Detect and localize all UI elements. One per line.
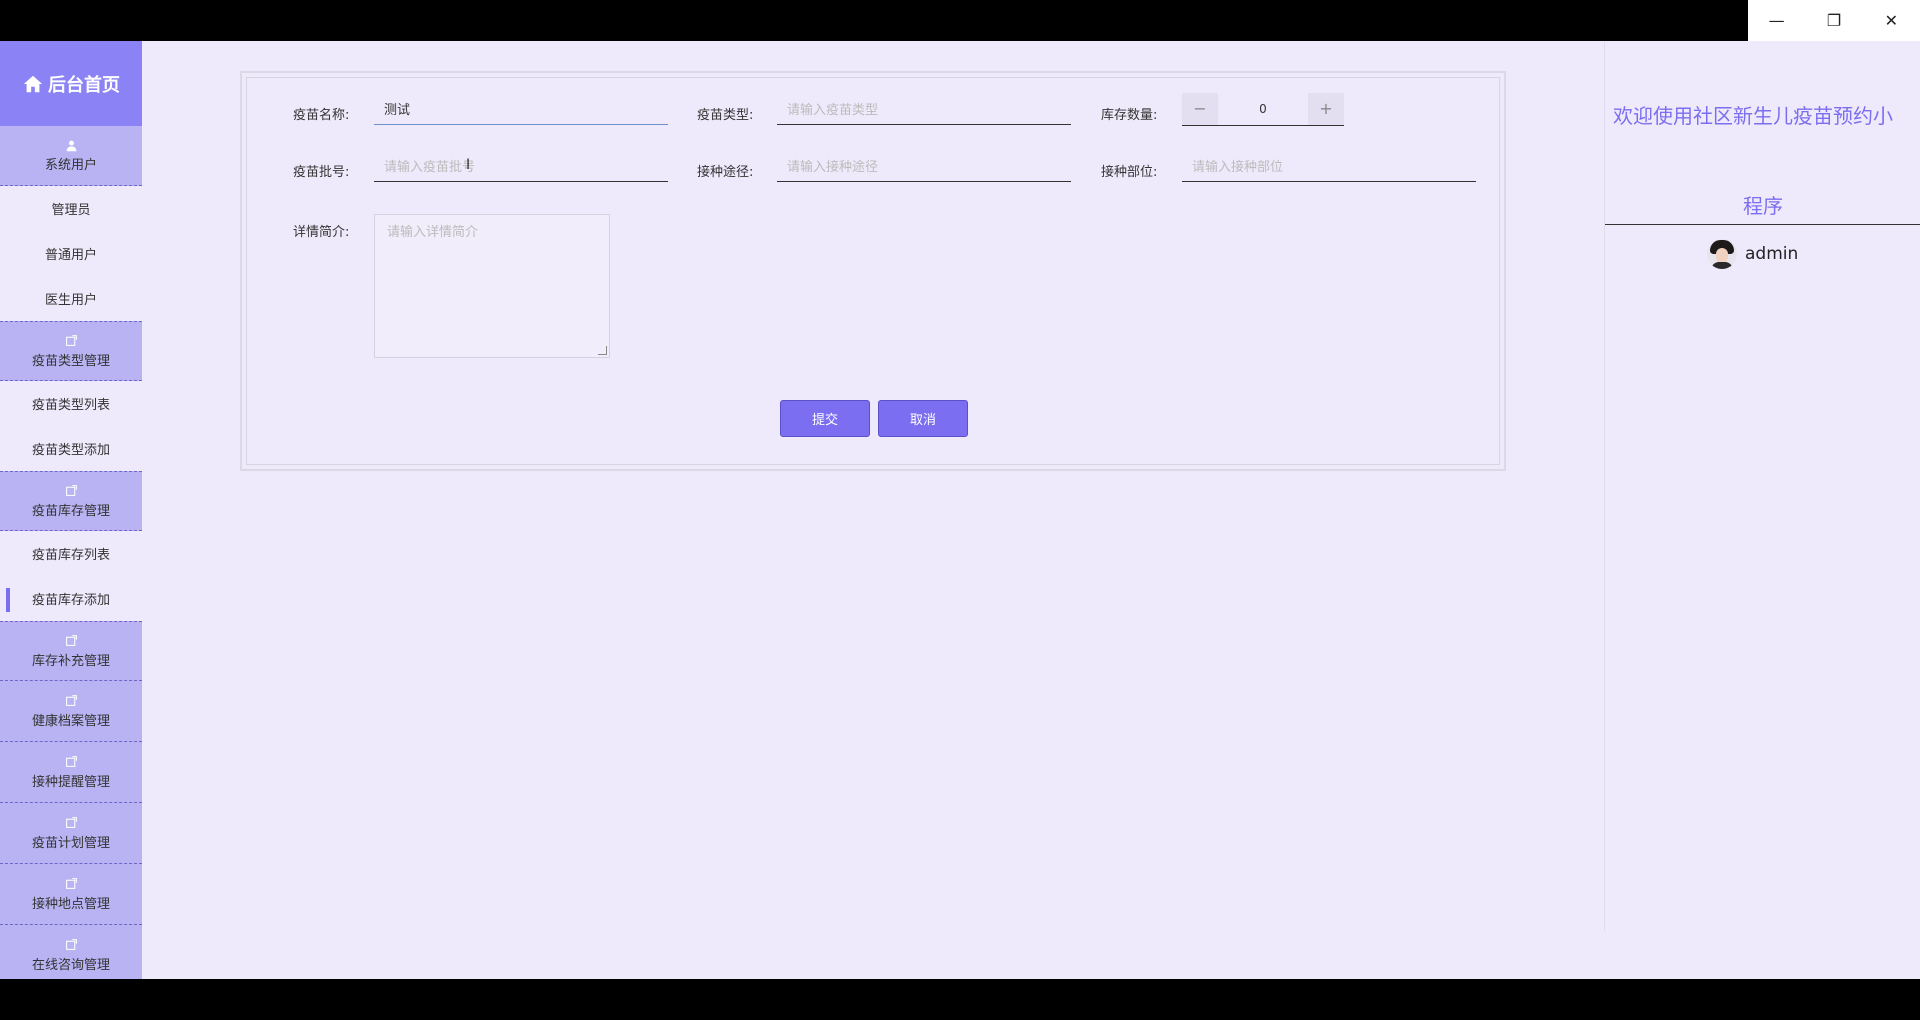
welcome-line-2: 程序	[1743, 194, 1783, 218]
sidebar-item-vaccine-stock-add[interactable]: 疫苗库存添加	[0, 576, 142, 621]
sidebar: 后台首页 系统用户 管理员 普通用户 医生用户 疫苗类型管理 疫苗类型列表 疫苗…	[0, 41, 142, 979]
group-label: 在线咨询管理	[31, 957, 110, 973]
decrement-button[interactable]: −	[1182, 92, 1218, 125]
stock-quantity-stepper: − 0 +	[1182, 92, 1344, 126]
resize-handle[interactable]	[598, 346, 607, 355]
window-controls: — ❐ ✕	[1748, 0, 1920, 41]
increment-button[interactable]: +	[1308, 92, 1344, 125]
vaccination-route-label: 接种途径:	[697, 165, 754, 180]
group-label: 接种地点管理	[31, 896, 110, 912]
sidebar-item-doctor-user[interactable]: 医生用户	[0, 276, 142, 321]
right-panel: 欢迎使用社区新生儿疫苗预约小 程序 admin	[1604, 41, 1920, 931]
app-area: 后台首页 系统用户 管理员 普通用户 医生用户 疫苗类型管理 疫苗类型列表 疫苗…	[0, 41, 1920, 979]
username: admin	[1745, 244, 1799, 264]
minimize-button[interactable]: —	[1748, 0, 1805, 41]
sidebar-item-normal-user[interactable]: 普通用户	[0, 231, 142, 276]
vaccination-route-input[interactable]: 请输入接种途径	[777, 149, 1071, 182]
edit-icon	[64, 938, 78, 952]
vaccine-name-input[interactable]: 测试	[374, 92, 668, 125]
edit-icon	[64, 816, 78, 830]
vaccine-batch-label: 疫苗批号:	[293, 165, 350, 180]
sidebar-group-online-consult[interactable]: 在线咨询管理	[0, 925, 142, 979]
divider	[1605, 224, 1920, 225]
sidebar-group-vaccination-reminder[interactable]: 接种提醒管理	[0, 742, 142, 803]
group-label: 系统用户	[44, 158, 97, 173]
avatar	[1707, 239, 1737, 269]
sidebar-brand[interactable]: 后台首页	[0, 41, 142, 126]
edit-icon	[64, 334, 78, 348]
group-label: 疫苗类型管理	[31, 353, 110, 369]
sidebar-group-vaccine-plan[interactable]: 疫苗计划管理	[0, 803, 142, 864]
intro-textarea[interactable]: 请输入详情简介	[374, 214, 610, 358]
sidebar-item-admin[interactable]: 管理员	[0, 186, 142, 231]
sidebar-item-vaccine-type-add[interactable]: 疫苗类型添加	[0, 426, 142, 471]
sidebar-group-vaccine-type[interactable]: 疫苗类型管理	[0, 321, 142, 381]
text-cursor-icon: I	[466, 157, 471, 173]
sidebar-group-vaccination-site[interactable]: 接种地点管理	[0, 864, 142, 925]
welcome-line-1: 欢迎使用社区新生儿疫苗预约小	[1613, 104, 1893, 128]
edit-icon	[64, 634, 78, 648]
stock-quantity-label: 库存数量:	[1101, 108, 1158, 123]
sidebar-group-vaccine-stock[interactable]: 疫苗库存管理	[0, 471, 142, 531]
vaccination-site-label: 接种部位:	[1101, 165, 1158, 180]
cancel-button[interactable]: 取消	[878, 400, 968, 437]
group-label: 疫苗计划管理	[31, 835, 110, 851]
submit-button[interactable]: 提交	[780, 400, 870, 437]
form-inner: 疫苗名称: 测试 疫苗类型: 请输入疫苗类型 库存数量: − 0 + 疫苗批号:…	[246, 77, 1500, 465]
group-label: 疫苗库存管理	[31, 503, 110, 519]
group-label: 接种提醒管理	[31, 774, 110, 790]
edit-icon	[64, 694, 78, 708]
user-icon	[64, 138, 78, 152]
brand-label: 后台首页	[48, 74, 120, 96]
bottom-bar	[0, 979, 1920, 1020]
user-info[interactable]: admin	[1707, 239, 1798, 269]
group-label: 健康档案管理	[31, 713, 110, 729]
stock-quantity-value[interactable]: 0	[1218, 102, 1308, 116]
close-button[interactable]: ✕	[1863, 0, 1920, 41]
edit-icon	[64, 877, 78, 891]
sidebar-item-vaccine-stock-list[interactable]: 疫苗库存列表	[0, 531, 142, 576]
sidebar-group-health-records[interactable]: 健康档案管理	[0, 681, 142, 742]
edit-icon	[64, 755, 78, 769]
sidebar-item-vaccine-type-list[interactable]: 疫苗类型列表	[0, 381, 142, 426]
sidebar-group-stock-supply[interactable]: 库存补充管理	[0, 621, 142, 681]
home-icon	[23, 75, 43, 92]
vaccine-name-label: 疫苗名称:	[293, 108, 350, 123]
vaccine-type-label: 疫苗类型:	[697, 108, 754, 123]
intro-label: 详情简介:	[293, 225, 350, 240]
vaccine-batch-input[interactable]: 请输入疫苗批号	[374, 149, 668, 182]
group-label: 库存补充管理	[31, 653, 110, 669]
sidebar-group-system-users[interactable]: 系统用户	[0, 126, 142, 186]
vaccination-site-input[interactable]: 请输入接种部位	[1182, 149, 1476, 182]
intro-placeholder: 请输入详情简介	[387, 225, 479, 240]
vaccine-stock-form: 疫苗名称: 测试 疫苗类型: 请输入疫苗类型 库存数量: − 0 + 疫苗批号:…	[240, 71, 1506, 471]
window-titlebar: — ❐ ✕	[0, 0, 1920, 41]
restore-button[interactable]: ❐	[1805, 0, 1862, 41]
vaccine-type-input[interactable]: 请输入疫苗类型	[777, 92, 1071, 125]
edit-icon	[64, 484, 78, 498]
